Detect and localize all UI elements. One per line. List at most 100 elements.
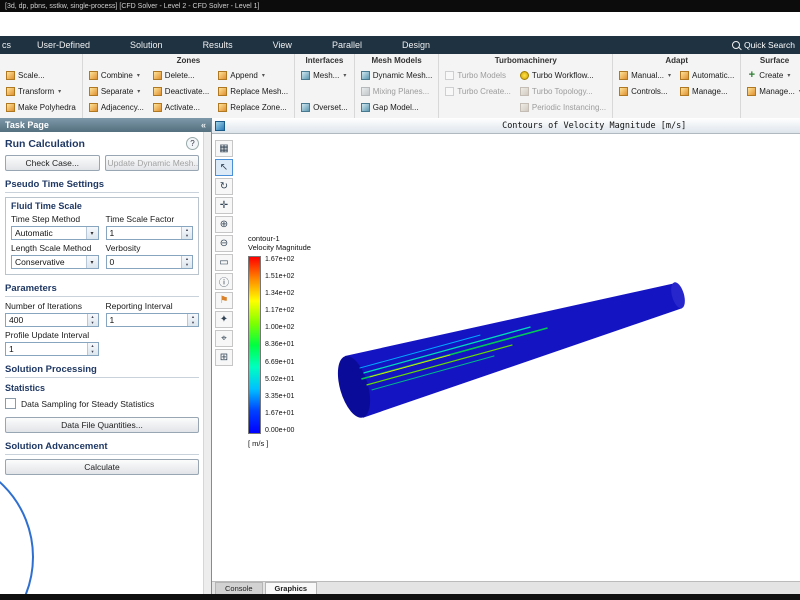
data-sampling-checkbox-label: Data Sampling for Steady Statistics	[21, 398, 155, 409]
ribbon-item-manual[interactable]: Manual... ▾	[617, 70, 673, 80]
ribbon-item-label: Separate	[100, 86, 134, 96]
ribbon-tab-results[interactable]: Results	[183, 36, 253, 54]
ribbon-item-label: Controls...	[631, 86, 668, 96]
spinner-icon[interactable]: ▴ ▾	[181, 256, 192, 268]
graphics-window-icon	[215, 120, 225, 131]
quick-search[interactable]: Quick Search	[731, 40, 795, 50]
ribbon-item-adjacency[interactable]: Adjacency...	[87, 102, 146, 112]
delete-zones-icon	[152, 70, 162, 80]
ribbon-item-replace-zone[interactable]: Replace Zone...	[216, 102, 290, 112]
dropdown-arrow-icon: ▾	[137, 88, 141, 95]
orbit-icon[interactable]: ↻	[215, 178, 233, 195]
pan-icon[interactable]: ✛	[215, 197, 233, 214]
profile-update-interval-input[interactable]: 1 ▴ ▾	[5, 342, 99, 356]
chevron-down-icon[interactable]: ▾	[85, 227, 98, 239]
verbosity-label: Verbosity	[105, 243, 141, 253]
replace-zone-icon	[218, 102, 228, 112]
pointer-icon[interactable]: ↖	[215, 159, 233, 176]
ribbon-item-gap-model[interactable]: Gap Model...	[359, 102, 435, 112]
ribbon-group-label: Surface	[759, 56, 790, 65]
zoom-out-icon[interactable]: ⊖	[215, 235, 233, 252]
ribbon-item-manage[interactable]: Manage...▾	[745, 86, 800, 96]
axes-icon[interactable]: ⌖	[215, 330, 233, 347]
iterations-input[interactable]: 400 ▴ ▾	[5, 313, 99, 327]
ribbon-item-append[interactable]: Append ▾	[216, 70, 290, 80]
ribbon-item-scale[interactable]: Scale...	[4, 70, 78, 80]
fluent-application: [3d, dp, pbns, sstkw, single-process] [C…	[0, 0, 800, 600]
ribbon-item-controls[interactable]: Controls...	[617, 86, 673, 96]
section-solution-advancement: Solution Advancement	[5, 441, 199, 455]
ribbon-item-delete[interactable]: Delete...	[151, 70, 211, 80]
deactivate-zones-icon	[152, 86, 162, 96]
bottom-tab-console[interactable]: Console	[215, 582, 263, 594]
ribbon-tab-solution[interactable]: Solution	[110, 36, 183, 54]
grid-icon[interactable]: ⊞	[215, 349, 233, 366]
ribbon-tab-parallel[interactable]: Parallel	[312, 36, 382, 54]
ribbon-item-label: Manage...	[692, 86, 728, 96]
ribbon-item-turbo-topology: Turbo Topology...	[518, 86, 608, 96]
zoom-in-icon[interactable]: ⊕	[215, 216, 233, 233]
ribbon-item-label: Scale...	[18, 70, 45, 80]
ribbon-item-activate[interactable]: Activate...	[151, 102, 211, 112]
ribbon-tab-user-defined[interactable]: User-Defined	[17, 36, 110, 54]
search-placeholder: Quick Search	[743, 40, 795, 50]
task-page-panel: Task Page « Run Calculation ? Check Case…	[0, 118, 212, 594]
check-case-button[interactable]: Check Case...	[5, 155, 100, 171]
ribbon: Scale... Transform ▾ Make Polyhedra Zones Com…	[0, 54, 800, 119]
update-dynamic-mesh-button[interactable]: Update Dynamic Mesh...	[104, 155, 199, 171]
ribbon-tab-view[interactable]: View	[253, 36, 312, 54]
ribbon-item-mesh[interactable]: Mesh... ▾	[299, 70, 350, 80]
bottom-tab-graphics[interactable]: Graphics	[264, 582, 318, 594]
append-mesh-icon	[218, 70, 228, 80]
spinner-icon[interactable]: ▴ ▾	[181, 227, 192, 239]
ribbon-item-automatic[interactable]: Automatic...	[678, 70, 736, 80]
time-step-method-select[interactable]: Automatic ▾	[11, 226, 99, 240]
statistics-subheading: Statistics	[5, 383, 46, 393]
length-scale-method-select[interactable]: Conservative ▾	[11, 255, 99, 269]
ribbon-item-label: Transform	[18, 86, 55, 96]
ribbon-item-label: Gap Model...	[372, 102, 419, 112]
dynamic-mesh-icon	[360, 70, 370, 80]
data-sampling-checkbox[interactable]	[5, 398, 16, 409]
legend-tick: 1.67e+01	[265, 409, 295, 417]
ribbon-group-label: Zones	[176, 56, 201, 65]
reporting-interval-input[interactable]: 1 ▴ ▾	[105, 313, 199, 327]
spinner-icon[interactable]: ▴ ▾	[86, 314, 98, 326]
graphics-canvas[interactable]: ▦ ↖ ↻ ✛ ⊕ ⊖ ▭ ⓘ ⚑ ✦ ⌖ ⊞ contour-1 Velocity Magnitud…	[212, 134, 800, 581]
ribbon-item-manage[interactable]: Manage...	[678, 86, 736, 96]
taskpage-scrollbar[interactable]	[203, 132, 211, 594]
ribbon-item-create[interactable]: + Create ▾	[745, 69, 800, 80]
ribbon-item-turbo-workflow[interactable]: Turbo Workflow...	[518, 70, 608, 80]
ribbon-item-label: Turbo Create...	[457, 86, 511, 96]
ribbon-item-label: Manual...	[631, 70, 665, 80]
manual-adapt-icon	[619, 70, 629, 80]
ribbon-item-combine[interactable]: Combine ▾	[87, 70, 146, 80]
ribbon-item-make-polyhedra[interactable]: Make Polyhedra	[4, 102, 78, 112]
display-icon[interactable]: ▦	[215, 140, 233, 157]
info-icon[interactable]: ⓘ	[215, 273, 233, 290]
help-button[interactable]: ?	[186, 137, 199, 150]
ribbon-item-transform[interactable]: Transform ▾	[4, 86, 78, 96]
collapse-panel-icon[interactable]: «	[201, 120, 206, 130]
gap-model-icon	[360, 102, 370, 112]
spinner-icon[interactable]: ▴ ▾	[187, 314, 198, 326]
verbosity-input[interactable]: 0 ▴ ▾	[105, 255, 193, 269]
flag-icon[interactable]: ⚑	[215, 292, 233, 309]
chevron-down-icon[interactable]: ▾	[85, 256, 98, 268]
ribbon-tab-design[interactable]: Design	[382, 36, 450, 54]
zoom-box-icon[interactable]: ▭	[215, 254, 233, 271]
legend-tick: 1.51e+02	[265, 273, 295, 281]
ribbon-item-separate[interactable]: Separate ▾	[87, 86, 146, 96]
ribbon-item-turbo-models: Turbo Models	[443, 70, 513, 80]
spinner-icon[interactable]: ▴ ▾	[86, 343, 98, 355]
time-step-method-label: Time Step Method	[11, 214, 81, 224]
time-scale-factor-input[interactable]: 1 ▴ ▾	[105, 226, 193, 240]
ribbon-item-dynamic-mesh[interactable]: Dynamic Mesh...	[359, 70, 435, 80]
ribbon-item-deactivate[interactable]: Deactivate...	[151, 86, 211, 96]
probe-icon[interactable]: ✦	[215, 311, 233, 328]
ribbon-item-replace-mesh[interactable]: Replace Mesh...	[216, 86, 290, 96]
calculate-button[interactable]: Calculate	[5, 459, 199, 475]
data-file-quantities-button[interactable]: Data File Quantities...	[5, 417, 199, 433]
ribbon-tab-cs[interactable]: cs	[0, 36, 17, 54]
ribbon-item-overset[interactable]: Overset...	[299, 102, 350, 112]
